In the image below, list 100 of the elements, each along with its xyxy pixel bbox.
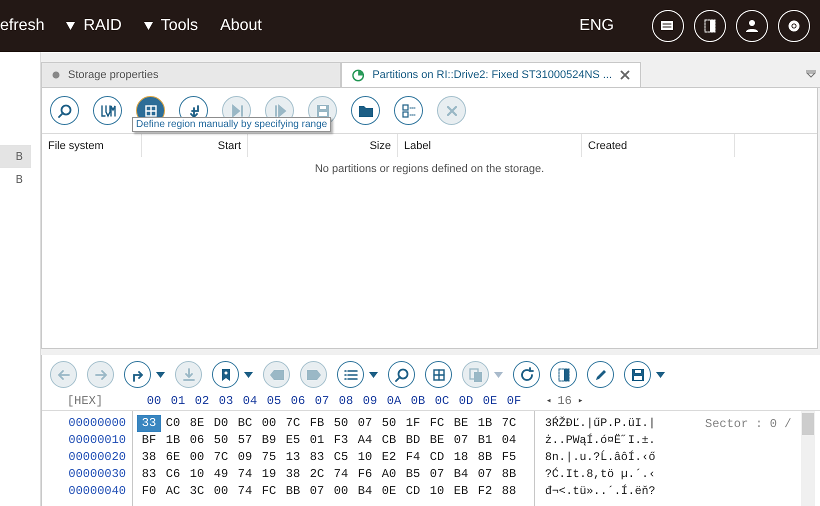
hex-byte[interactable]: B1: [473, 432, 497, 449]
hex-byte[interactable]: 00: [257, 415, 281, 432]
hex-byte[interactable]: 13: [281, 449, 305, 466]
hex-byte[interactable]: BC: [233, 415, 257, 432]
hex-byte[interactable]: BD: [401, 432, 425, 449]
hex-byte[interactable]: 6E: [161, 449, 185, 466]
hex-byte[interactable]: CB: [377, 432, 401, 449]
hex-byte[interactable]: A4: [353, 432, 377, 449]
column-header[interactable]: Size: [248, 134, 398, 157]
menu-item[interactable]: efresh: [0, 17, 44, 35]
hex-byte[interactable]: BB: [281, 483, 305, 500]
hex-byte[interactable]: 07: [473, 466, 497, 483]
hex-byte[interactable]: 2C: [305, 466, 329, 483]
hex-byte[interactable]: 83: [137, 466, 161, 483]
hex-byte[interactable]: 50: [377, 415, 401, 432]
hex-byte[interactable]: F6: [353, 466, 377, 483]
hex-byte[interactable]: 83: [305, 449, 329, 466]
hex-byte[interactable]: E5: [281, 432, 305, 449]
left-arrow-icon[interactable]: ◂: [546, 396, 552, 406]
hex-toolbar-button[interactable]: [550, 361, 577, 388]
hex-toolbar-button[interactable]: [337, 361, 364, 388]
hex-byte[interactable]: 00: [329, 483, 353, 500]
column-header[interactable]: Created: [582, 134, 735, 157]
hex-byte[interactable]: 10: [185, 466, 209, 483]
hex-byte[interactable]: FC: [257, 483, 281, 500]
hex-byte[interactable]: 38: [137, 449, 161, 466]
hex-toolbar-button[interactable]: [124, 361, 151, 388]
hex-byte[interactable]: 8B: [473, 449, 497, 466]
hex-toolbar-button[interactable]: [388, 361, 415, 388]
hex-byte[interactable]: 07: [425, 466, 449, 483]
hex-byte[interactable]: 07: [449, 432, 473, 449]
toolbar-button[interactable]: [50, 96, 79, 125]
hex-byte[interactable]: 74: [233, 466, 257, 483]
toolbar-button[interactable]: [351, 96, 380, 125]
hex-byte[interactable]: 09: [233, 449, 257, 466]
header-button[interactable]: [652, 10, 684, 42]
right-arrow-icon[interactable]: ▸: [578, 396, 584, 406]
hex-byte[interactable]: 1B: [161, 432, 185, 449]
hex-byte[interactable]: F3: [329, 432, 353, 449]
hex-byte[interactable]: 0E: [377, 483, 401, 500]
hex-byte[interactable]: E2: [377, 449, 401, 466]
hex-byte[interactable]: 38: [281, 466, 305, 483]
sidebar-item[interactable]: B: [0, 145, 31, 168]
settings-button[interactable]: [778, 10, 810, 42]
caret-icon[interactable]: [66, 22, 76, 30]
hex-byte[interactable]: 74: [329, 466, 353, 483]
toolbar-button[interactable]: [394, 96, 423, 125]
caret-icon[interactable]: [244, 372, 253, 378]
column-header[interactable]: Start: [142, 134, 248, 157]
hex-byte[interactable]: CD: [401, 483, 425, 500]
sidebar-item[interactable]: B: [0, 168, 31, 191]
hex-byte[interactable]: 75: [257, 449, 281, 466]
scrollbar-thumb[interactable]: [802, 413, 814, 435]
hex-byte[interactable]: C0: [161, 415, 185, 432]
hex-byte[interactable]: 74: [233, 483, 257, 500]
hex-byte[interactable]: 00: [185, 449, 209, 466]
hex-byte[interactable]: 7C: [497, 415, 521, 432]
hex-toolbar-button[interactable]: [513, 361, 540, 388]
header-button[interactable]: [694, 10, 726, 42]
hex-byte[interactable]: C6: [161, 466, 185, 483]
caret-icon[interactable]: [144, 22, 153, 30]
hex-byte[interactable]: 07: [305, 483, 329, 500]
hex-byte[interactable]: 8B: [497, 466, 521, 483]
hex-byte[interactable]: F4: [401, 449, 425, 466]
hex-byte[interactable]: 7C: [281, 415, 305, 432]
hex-byte[interactable]: EB: [449, 483, 473, 500]
hex-byte[interactable]: 18: [449, 449, 473, 466]
hex-byte[interactable]: 7C: [209, 449, 233, 466]
hex-byte[interactable]: 10: [425, 483, 449, 500]
hex-byte[interactable]: 33: [137, 415, 161, 432]
hex-byte[interactable]: 19: [257, 466, 281, 483]
hex-byte[interactable]: FB: [305, 415, 329, 432]
hex-toolbar-button[interactable]: [212, 361, 239, 388]
hex-byte[interactable]: FC: [425, 415, 449, 432]
language-label[interactable]: ENG: [579, 17, 614, 35]
hex-byte[interactable]: B4: [353, 483, 377, 500]
hex-byte[interactable]: 1F: [401, 415, 425, 432]
hex-byte[interactable]: A0: [377, 466, 401, 483]
hex-byte[interactable]: 07: [353, 415, 377, 432]
caret-icon[interactable]: [156, 372, 165, 378]
tab[interactable]: Storage properties: [41, 62, 341, 87]
hex-byte[interactable]: BE: [425, 432, 449, 449]
menu-item[interactable]: Tools: [160, 17, 198, 35]
hex-byte[interactable]: F2: [473, 483, 497, 500]
hex-byte[interactable]: BF: [137, 432, 161, 449]
menu-item[interactable]: RAID: [83, 17, 122, 35]
menu-item[interactable]: About: [220, 17, 262, 35]
hex-byte[interactable]: 10: [353, 449, 377, 466]
hex-byte[interactable]: AC: [161, 483, 185, 500]
hex-byte[interactable]: C5: [329, 449, 353, 466]
hex-byte[interactable]: BE: [449, 415, 473, 432]
hex-byte[interactable]: 88: [497, 483, 521, 500]
hex-byte[interactable]: F5: [497, 449, 521, 466]
hex-byte[interactable]: B5: [401, 466, 425, 483]
hex-byte[interactable]: 1B: [473, 415, 497, 432]
dropdown-icon[interactable]: [806, 70, 816, 78]
hex-byte[interactable]: D0: [209, 415, 233, 432]
toolbar-button[interactable]: [93, 96, 122, 125]
hex-toolbar-button[interactable]: [624, 361, 651, 388]
column-header[interactable]: Label: [398, 134, 582, 157]
